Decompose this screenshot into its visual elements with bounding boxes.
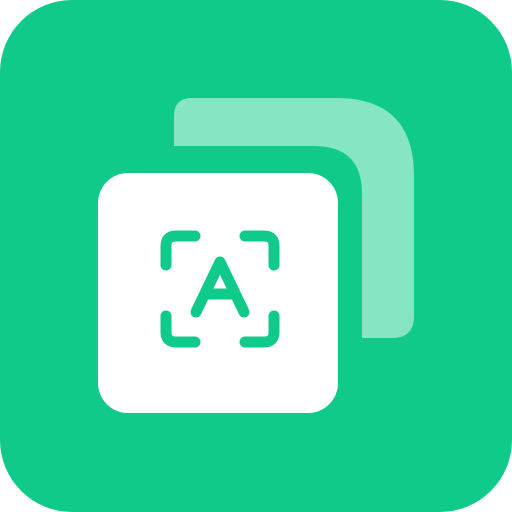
app-icon-graphic (0, 0, 512, 512)
app-icon[interactable] (0, 0, 512, 512)
